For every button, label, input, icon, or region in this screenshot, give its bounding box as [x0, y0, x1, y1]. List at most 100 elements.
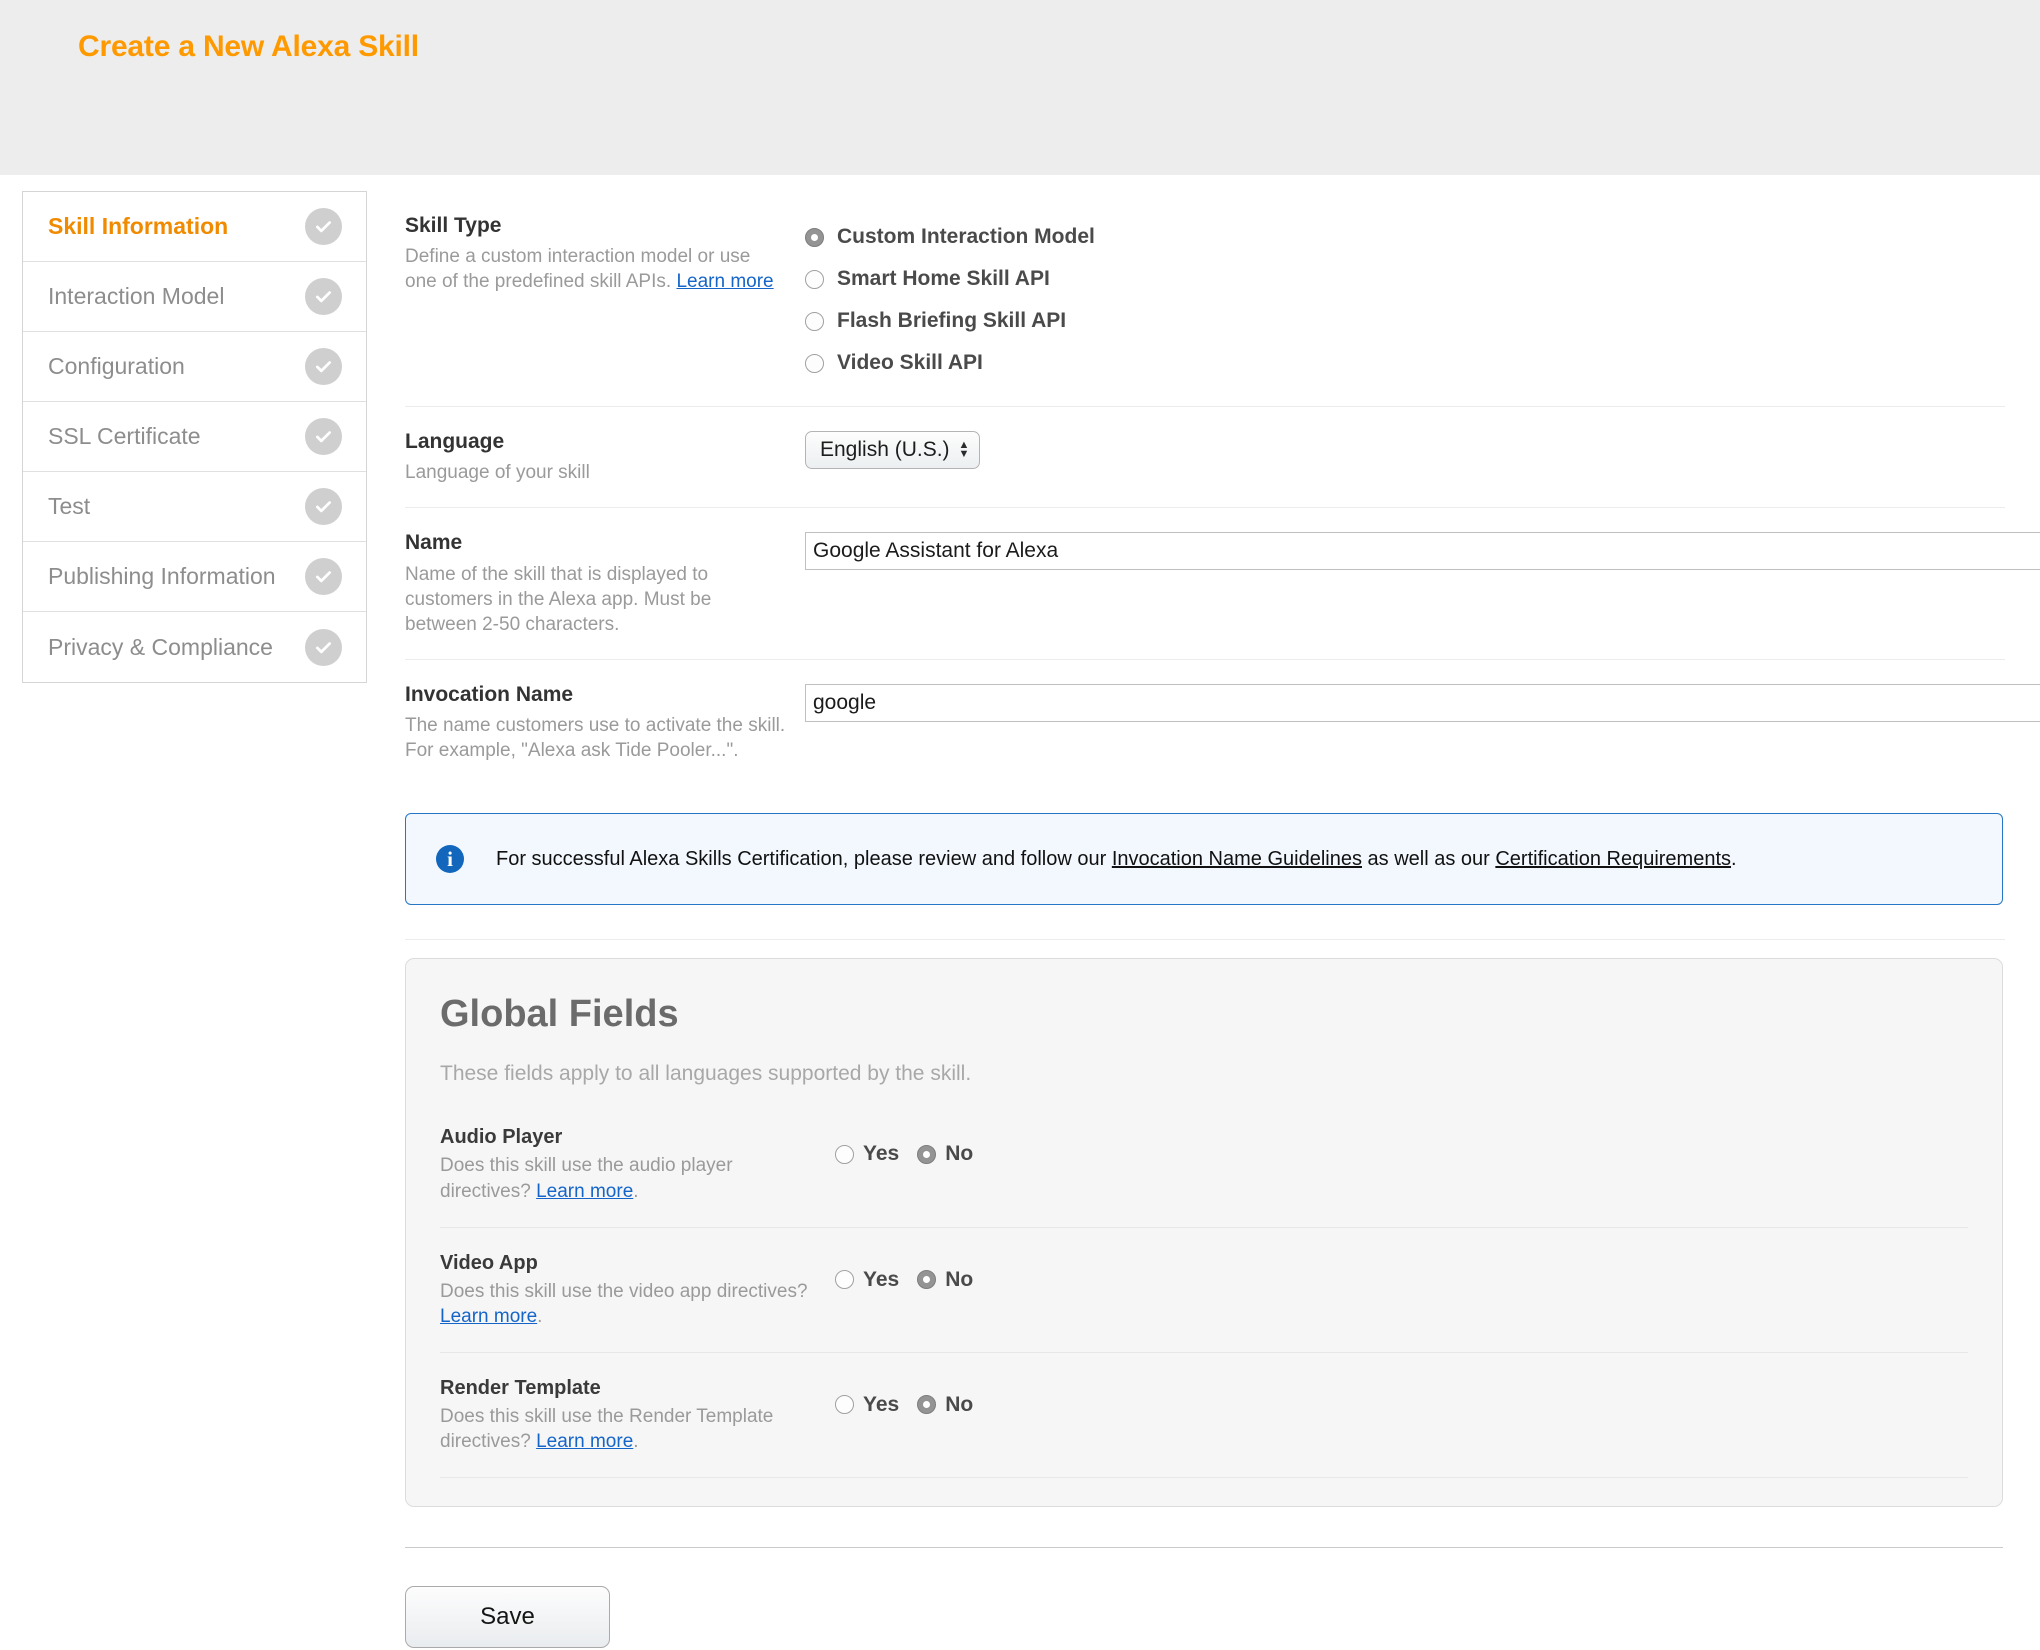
language-select-value: English (U.S.) — [820, 438, 950, 461]
radio-button-icon[interactable] — [805, 227, 824, 247]
info-icon: i — [436, 845, 464, 874]
radio-button-icon[interactable] — [805, 269, 824, 289]
page-body: Skill Information Interaction Model Config… — [0, 175, 2040, 1649]
global-field-radio-group[interactable]: Yes No — [835, 1126, 973, 1166]
sidebar-item-label: Test — [48, 493, 91, 519]
certification-requirements-link[interactable]: Certification Requirements — [1495, 848, 1731, 870]
invocation-name-input[interactable] — [805, 683, 2040, 722]
sidebar-nav: Skill Information Interaction Model Config… — [22, 191, 367, 683]
check-circle-icon — [305, 208, 342, 245]
global-field-desc-before: Does this skill use the video app direct… — [440, 1280, 808, 1302]
invocation-name-description: The name customers use to activate the s… — [405, 715, 786, 762]
global-field-label-col: Audio Player Does this skill use the audi… — [440, 1126, 835, 1204]
page-header: Create a New Alexa Skill — [0, 0, 2040, 175]
global-field-learn-more-link[interactable]: Learn more — [440, 1306, 537, 1327]
skill-type-option-smart-home-skill-api[interactable]: Smart Home Skill API — [805, 258, 2005, 300]
radio-button-icon[interactable] — [835, 1270, 854, 1289]
global-field-label-col: Video App Does this skill use the video a… — [440, 1252, 835, 1330]
global-field-description: Does this skill use the video app direct… — [440, 1279, 823, 1330]
name-description: Name of the skill that is displayed to c… — [405, 563, 712, 635]
sidebar-item-interaction-model[interactable]: Interaction Model — [23, 262, 366, 332]
info-text-before: For successful Alexa Skills Certificatio… — [496, 847, 1112, 870]
language-title: Language — [405, 430, 505, 453]
invocation-name-control-col — [805, 682, 2040, 722]
name-row: Name Name of the skill that is displayed… — [405, 508, 2040, 660]
sidebar-item-label: Skill Information — [48, 213, 229, 239]
global-field-desc-after: . — [633, 1431, 639, 1453]
global-field-yes-label: Yes — [863, 1142, 900, 1166]
radio-button-icon[interactable] — [917, 1144, 937, 1164]
check-circle-icon — [305, 488, 342, 525]
sidebar-item-configuration[interactable]: Configuration — [23, 332, 366, 402]
global-fields-rows: Audio Player Does this skill use the audi… — [440, 1126, 1968, 1479]
global-field-yes-label: Yes — [863, 1267, 900, 1291]
skill-type-option-flash-briefing-skill-api[interactable]: Flash Briefing Skill API — [805, 300, 2005, 342]
sidebar-item-label: Publishing Information — [48, 563, 276, 589]
language-label-col: Language Language of your skill — [405, 429, 805, 485]
save-button[interactable]: Save — [405, 1586, 610, 1649]
global-field-title: Video App — [440, 1251, 538, 1274]
skill-type-option-label: Custom Interaction Model — [837, 225, 1095, 248]
invocation-name-title: Invocation Name — [405, 682, 574, 706]
main-content: Skill Type Define a custom interaction m… — [405, 191, 2040, 1649]
global-field-learn-more-link[interactable]: Learn more — [536, 1431, 633, 1452]
check-circle-icon — [305, 278, 342, 315]
global-field-yes-option[interactable]: Yes — [835, 1268, 899, 1292]
name-title: Name — [405, 531, 463, 555]
check-circle-icon — [305, 628, 342, 666]
global-field-no-option[interactable]: No — [917, 1393, 973, 1417]
skill-name-input[interactable] — [805, 532, 2040, 571]
radio-button-icon[interactable] — [835, 1395, 854, 1415]
select-stepper-arrows-icon: ▲ ▼ — [958, 439, 970, 460]
global-field-yes-label: Yes — [863, 1392, 900, 1416]
skill-type-options-col: Custom Interaction Model Smart Home Skill… — [805, 213, 2005, 384]
skill-type-option-video-skill-api[interactable]: Video Skill API — [805, 342, 2005, 384]
global-field-description: Does this skill use the audio player dir… — [440, 1153, 823, 1204]
global-field-row-video-app: Video App Does this skill use the video a… — [440, 1252, 1968, 1353]
global-field-no-label: No — [945, 1392, 974, 1416]
global-fields-subtitle: These fields apply to all languages supp… — [440, 1062, 972, 1086]
sidebar-item-ssl-certificate[interactable]: SSL Certificate — [23, 402, 366, 472]
sidebar-item-skill-information[interactable]: Skill Information — [23, 192, 366, 262]
info-text-middle: as well as our — [1361, 847, 1496, 870]
radio-button-icon[interactable] — [917, 1270, 937, 1289]
invocation-name-guidelines-link[interactable]: Invocation Name Guidelines — [1112, 848, 1362, 870]
global-field-yes-option[interactable]: Yes — [835, 1393, 899, 1417]
global-field-radio-group[interactable]: Yes No — [835, 1252, 973, 1292]
radio-button-icon[interactable] — [835, 1144, 854, 1164]
sidebar-item-privacy-compliance[interactable]: Privacy & Compliance — [23, 612, 366, 682]
skill-type-radio-group[interactable]: Custom Interaction Model Smart Home Skill… — [805, 213, 2005, 384]
global-field-no-option[interactable]: No — [917, 1142, 973, 1166]
global-field-radio-group[interactable]: Yes No — [835, 1377, 973, 1417]
global-field-row-audio-player: Audio Player Does this skill use the audi… — [440, 1126, 1968, 1228]
global-field-label-col: Render Template Does this skill use the R… — [440, 1377, 835, 1455]
sidebar-item-label: Configuration — [48, 353, 185, 379]
skill-type-learn-more-link[interactable]: Learn more — [676, 271, 773, 292]
sidebar-item-publishing-information[interactable]: Publishing Information — [23, 542, 366, 612]
radio-button-icon[interactable] — [917, 1395, 937, 1415]
radio-button-icon[interactable] — [805, 353, 824, 373]
global-field-no-label: No — [945, 1142, 974, 1166]
name-label-col: Name Name of the skill that is displayed… — [405, 530, 805, 636]
invocation-name-row: Invocation Name The name customers use t… — [405, 660, 2040, 785]
sidebar-item-label: SSL Certificate — [48, 423, 201, 449]
form-footer: Save — [405, 1547, 2003, 1649]
page-title: Create a New Alexa Skill — [78, 30, 419, 63]
check-circle-icon — [305, 558, 342, 595]
global-field-learn-more-link[interactable]: Learn more — [536, 1181, 633, 1202]
global-field-no-label: No — [945, 1267, 974, 1291]
check-circle-icon — [305, 418, 342, 455]
language-description: Language of your skill — [405, 462, 590, 484]
global-field-no-option[interactable]: No — [917, 1268, 973, 1292]
radio-button-icon[interactable] — [805, 311, 824, 331]
sidebar-item-test[interactable]: Test — [23, 472, 366, 542]
global-field-yes-option[interactable]: Yes — [835, 1142, 899, 1166]
global-fields-panel: Global Fields These fields apply to all … — [405, 958, 2003, 1508]
language-control-col: English (U.S.) ▲ ▼ — [805, 429, 2005, 469]
language-select[interactable]: English (U.S.) ▲ ▼ — [805, 431, 981, 469]
skill-type-option-label: Flash Briefing Skill API — [837, 309, 1067, 332]
certification-info-banner: i For successful Alexa Skills Certificat… — [405, 813, 2003, 906]
check-circle-icon — [305, 348, 342, 385]
global-fields-title: Global Fields — [440, 993, 679, 1036]
skill-type-option-custom-interaction-model[interactable]: Custom Interaction Model — [805, 216, 2005, 258]
